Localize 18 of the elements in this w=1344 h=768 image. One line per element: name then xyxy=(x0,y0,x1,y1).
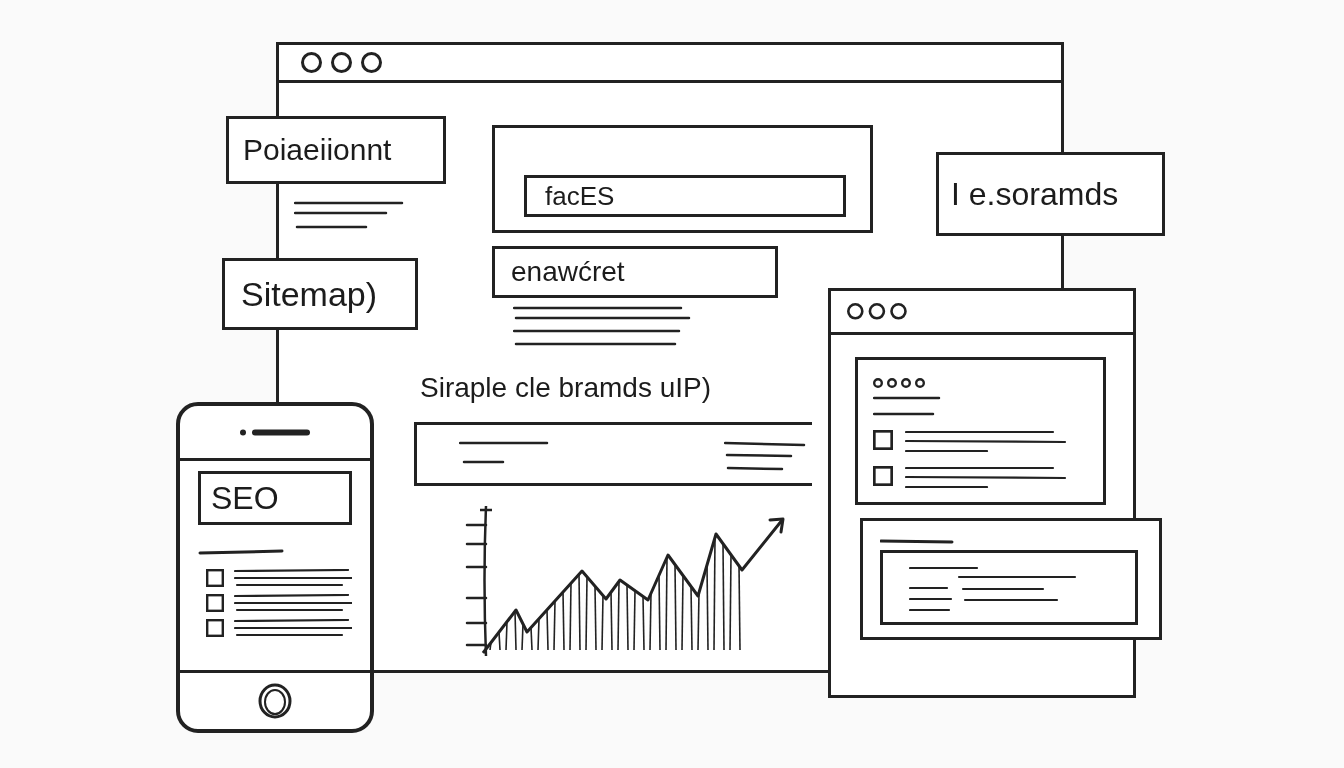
placeholder-lines xyxy=(873,396,941,416)
home-button-icon xyxy=(258,683,292,719)
speaker-icon xyxy=(239,427,311,437)
checkbox-icon[interactable] xyxy=(206,619,224,637)
window-controls-icon xyxy=(847,303,907,320)
checkbox-icon[interactable] xyxy=(206,569,224,587)
section-heading: enawćret xyxy=(492,246,778,298)
checkbox-icon[interactable] xyxy=(873,466,893,486)
checkbox-icon[interactable] xyxy=(873,430,893,450)
callout-label: Poiaeiionnt xyxy=(226,116,446,184)
window-controls-icon xyxy=(301,52,382,73)
input-field[interactable]: facES xyxy=(524,175,846,217)
page-title: Siraple cle bramds uIP) xyxy=(420,374,711,402)
dots-icon xyxy=(873,378,927,388)
page-heading: SEO xyxy=(198,471,352,525)
callout-label: I e.soramds xyxy=(936,152,1165,236)
callout-label: Sitemap) xyxy=(222,258,418,330)
checkbox-icon[interactable] xyxy=(206,594,224,612)
